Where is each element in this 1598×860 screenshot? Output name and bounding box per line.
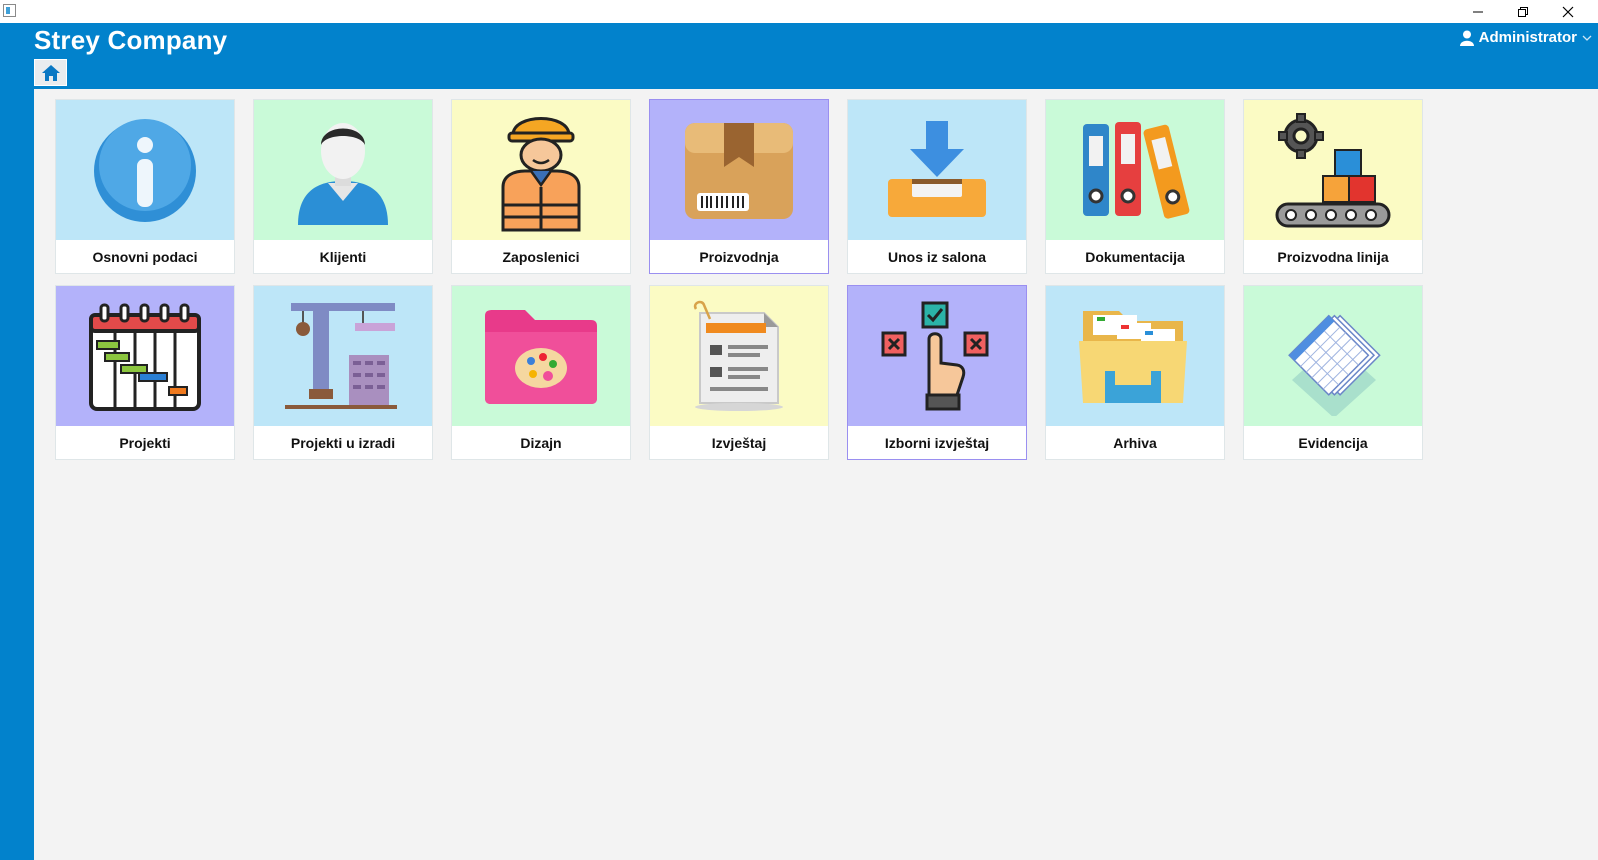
tile-label: Izborni izvještaj (884, 434, 990, 451)
restore-button[interactable] (1500, 0, 1545, 23)
tray-download-icon (888, 121, 986, 217)
tile-label: Evidencija (1298, 434, 1368, 451)
user-name: Administrator (1478, 29, 1577, 46)
crane-icon (285, 302, 397, 409)
restore-icon (1517, 6, 1528, 17)
window-titlebar (0, 0, 1598, 23)
choice-hand-icon (881, 301, 989, 410)
tile-label: Dizajn (520, 434, 562, 451)
home-button[interactable] (34, 59, 67, 86)
report-icon (693, 300, 783, 411)
close-button[interactable] (1545, 0, 1590, 23)
tile-label: Osnovni podaci (92, 248, 198, 265)
client-person-icon (298, 122, 388, 225)
tile-label: Arhiva (1113, 434, 1157, 451)
tile-proizvodna-linija[interactable]: Proizvodna linija (1243, 99, 1423, 274)
tile-klijenti[interactable]: Klijenti (253, 99, 433, 274)
app-icon (3, 4, 16, 17)
tile-label: Zaposlenici (502, 248, 580, 265)
user-menu[interactable]: Administrator (1459, 29, 1592, 46)
tile-proizvodnja[interactable]: Proizvodnja (649, 99, 829, 274)
tile-label: Dokumentacija (1085, 248, 1185, 265)
tile-label: Projekti u izradi (290, 434, 396, 451)
home-icon (41, 64, 60, 81)
tile-label: Klijenti (319, 248, 367, 265)
user-icon (1459, 30, 1474, 46)
app-header: Strey Company Administrator (34, 23, 1598, 89)
app-title: Strey Company (34, 25, 228, 55)
tile-dokumentacija[interactable]: Dokumentacija (1045, 99, 1225, 274)
tile-izborni-izvjestaj[interactable]: Izborni izvještaj (847, 285, 1027, 460)
tile-projekti-u-izradi[interactable]: Projekti u izradi (253, 285, 433, 460)
module-grid: Osnovni podaci Klijenti Zaposlenici Proi… (55, 99, 1423, 460)
left-sidebar (0, 23, 34, 860)
tile-osnovni-podaci[interactable]: Osnovni podaci (55, 99, 235, 274)
tile-label: Unos iz salona (887, 248, 987, 265)
tile-label: Proizvodnja (699, 248, 779, 265)
worker-icon (501, 117, 581, 232)
gantt-calendar-icon (89, 303, 201, 411)
tile-zaposlenici[interactable]: Zaposlenici (451, 99, 631, 274)
tile-projekti[interactable]: Projekti (55, 285, 235, 460)
conveyor-icon (1275, 113, 1391, 228)
tile-izvjestaj[interactable]: Izvještaj (649, 285, 829, 460)
tile-arhiva[interactable]: Arhiva (1045, 285, 1225, 460)
tile-unos-iz-salona[interactable]: Unos iz salona (847, 99, 1027, 274)
minimize-icon (1472, 11, 1483, 12)
palette-folder-icon (485, 310, 597, 404)
chevron-down-icon (1582, 35, 1592, 41)
binders-icon (1083, 122, 1190, 219)
tile-evidencija[interactable]: Evidencija (1243, 285, 1423, 460)
close-icon (1562, 6, 1573, 17)
tile-label: Proizvodna linija (1277, 248, 1389, 265)
box-icon (685, 123, 793, 219)
spreadsheet-stack-icon (1288, 314, 1381, 416)
info-icon (94, 119, 196, 222)
archive-folder-icon (1079, 311, 1187, 403)
tile-label: Projekti (119, 434, 171, 451)
tile-dizajn[interactable]: Dizajn (451, 285, 631, 460)
minimize-button[interactable] (1455, 0, 1500, 23)
tile-label: Izvještaj (711, 434, 767, 451)
